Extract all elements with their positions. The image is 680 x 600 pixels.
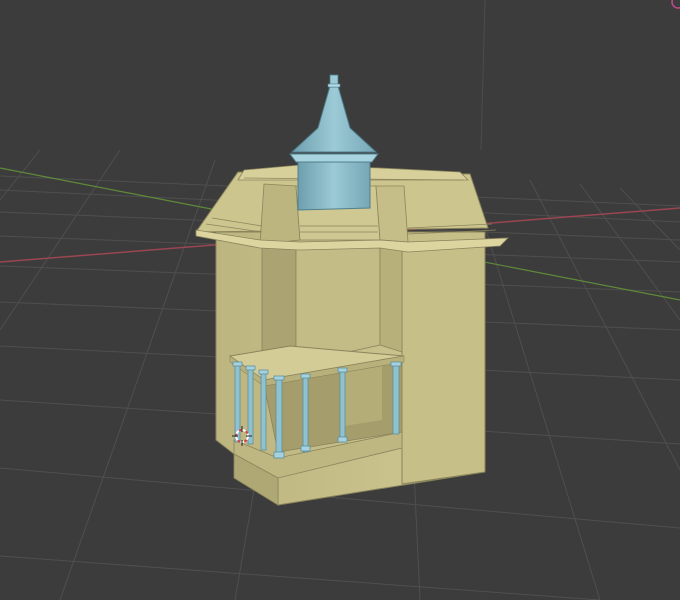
porch-interior-face (344, 364, 382, 426)
cupola-band (289, 153, 379, 163)
bay-left-panel (261, 244, 297, 356)
cupola-base (297, 159, 371, 211)
3d-viewport[interactable] (0, 0, 680, 600)
roof-dormer-left (259, 183, 301, 245)
cupola (289, 74, 379, 211)
bay-center-panel (295, 244, 381, 357)
house-right-wall (401, 231, 486, 485)
z-axis-line (480, 0, 486, 151)
spire (290, 85, 378, 153)
bay-right-panel (379, 244, 403, 353)
viewport-corner-indicator[interactable] (671, 0, 680, 9)
roof-dormer-right (375, 185, 409, 243)
house-model[interactable] (195, 74, 510, 506)
viewport-canvas[interactable] (0, 0, 680, 600)
